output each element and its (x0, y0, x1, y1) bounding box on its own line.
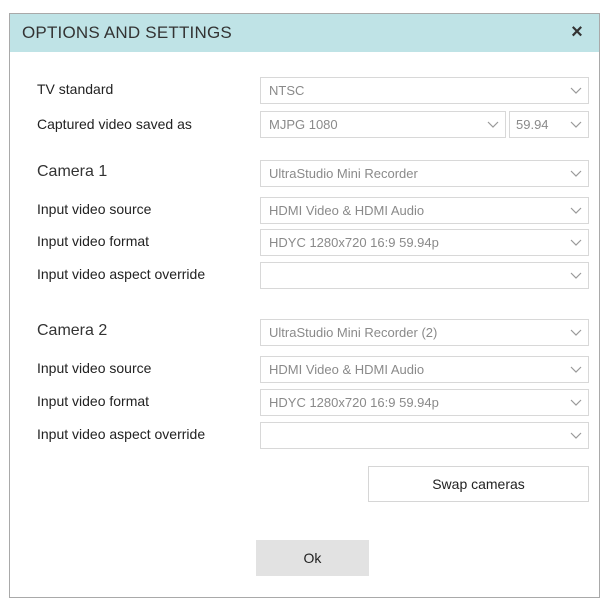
chevron-down-icon (570, 239, 582, 246)
camera1-device-value: UltraStudio Mini Recorder (269, 166, 418, 181)
chevron-down-icon (570, 399, 582, 406)
close-icon[interactable]: × (567, 21, 587, 43)
dialog-title: OPTIONS AND SETTINGS (22, 23, 232, 42)
chevron-down-icon (570, 170, 582, 177)
options-dialog: OPTIONS AND SETTINGS × TV standard NTSC … (9, 13, 600, 598)
camera2-source-value: HDMI Video & HDMI Audio (269, 362, 425, 377)
dialog-titlebar: OPTIONS AND SETTINGS × (10, 14, 599, 52)
chevron-down-icon (570, 121, 582, 128)
camera2-format-value: HDYC 1280x720 16:9 59.94p (269, 395, 439, 410)
tv-standard-select[interactable]: NTSC (260, 77, 589, 104)
camera2-aspect-select[interactable] (260, 422, 589, 449)
camera2-source-select[interactable]: HDMI Video & HDMI Audio (260, 356, 589, 383)
camera1-format-value: HDYC 1280x720 16:9 59.94p (269, 235, 439, 250)
chevron-down-icon (570, 366, 582, 373)
camera1-aspect-label: Input video aspect override (37, 266, 206, 282)
camera2-format-label: Input video format (37, 393, 150, 409)
camera1-source-label: Input video source (37, 201, 152, 217)
chevron-down-icon (570, 329, 582, 336)
chevron-down-icon (570, 272, 582, 279)
chevron-down-icon (487, 121, 499, 128)
chevron-down-icon (570, 207, 582, 214)
chevron-down-icon (570, 432, 582, 439)
captured-rate-select[interactable]: 59.94 (509, 111, 589, 138)
camera1-source-value: HDMI Video & HDMI Audio (269, 203, 425, 218)
captured-format-select[interactable]: MJPG 1080 (260, 111, 506, 138)
camera1-source-select[interactable]: HDMI Video & HDMI Audio (260, 197, 589, 224)
camera1-format-label: Input video format (37, 233, 150, 249)
camera2-device-select[interactable]: UltraStudio Mini Recorder (2) (260, 319, 589, 346)
camera2-format-select[interactable]: HDYC 1280x720 16:9 59.94p (260, 389, 589, 416)
camera1-aspect-select[interactable] (260, 262, 589, 289)
camera2-device-value: UltraStudio Mini Recorder (2) (269, 325, 438, 340)
tv-standard-label: TV standard (37, 81, 114, 97)
swap-cameras-button[interactable]: Swap cameras (368, 466, 589, 502)
captured-rate-value: 59.94 (516, 117, 549, 132)
camera1-device-select[interactable]: UltraStudio Mini Recorder (260, 160, 589, 187)
ok-button[interactable]: Ok (256, 540, 369, 576)
camera2-source-label: Input video source (37, 360, 152, 376)
tv-standard-value: NTSC (269, 83, 305, 98)
chevron-down-icon (570, 87, 582, 94)
camera1-heading: Camera 1 (37, 163, 108, 180)
captured-format-value: MJPG 1080 (269, 117, 338, 132)
camera1-format-select[interactable]: HDYC 1280x720 16:9 59.94p (260, 229, 589, 256)
captured-video-label: Captured video saved as (37, 116, 192, 132)
camera2-heading: Camera 2 (37, 322, 108, 339)
camera2-aspect-label: Input video aspect override (37, 426, 206, 442)
